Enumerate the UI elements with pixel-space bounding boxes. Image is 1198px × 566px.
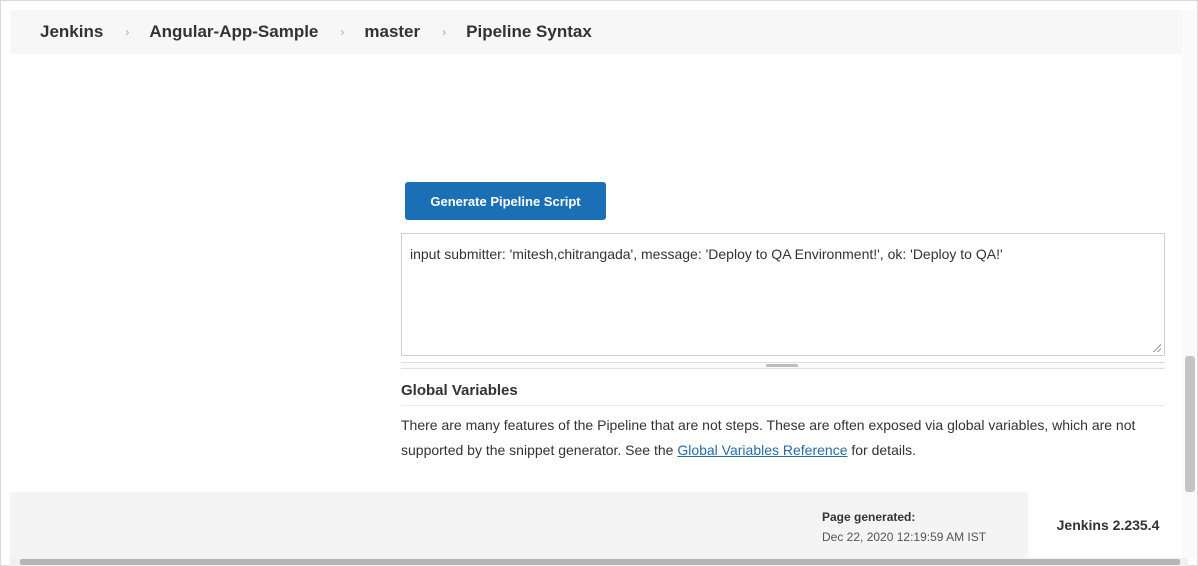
breadcrumb-master[interactable]: master: [364, 22, 420, 42]
generate-pipeline-script-button[interactable]: Generate Pipeline Script: [405, 182, 606, 220]
breadcrumb-angular-app-sample[interactable]: Angular-App-Sample: [149, 22, 318, 42]
resize-splitter[interactable]: [401, 362, 1165, 369]
vertical-scrollbar-thumb[interactable]: [1185, 356, 1195, 492]
chevron-right-icon[interactable]: ›: [442, 25, 446, 39]
resize-grip-icon[interactable]: [1153, 344, 1161, 352]
global-variables-description: There are many features of the Pipeline …: [401, 413, 1161, 463]
divider: [401, 405, 1165, 406]
breadcrumb-jenkins[interactable]: Jenkins: [40, 22, 103, 42]
jenkins-version-link[interactable]: Jenkins 2.235.4: [1028, 492, 1188, 558]
page-footer: Page generated: Dec 22, 2020 12:19:59 AM…: [10, 492, 1188, 558]
global-variables-reference-link[interactable]: Global Variables Reference: [677, 442, 847, 458]
page-generated-label: Page generated:: [822, 510, 916, 524]
global-variables-heading: Global Variables: [401, 382, 518, 399]
pipeline-script-output[interactable]: input submitter: 'mitesh,chitrangada', m…: [401, 233, 1165, 356]
chevron-right-icon[interactable]: ›: [125, 25, 129, 39]
splitter-handle-icon[interactable]: [766, 364, 798, 367]
breadcrumb-pipeline-syntax[interactable]: Pipeline Syntax: [466, 22, 592, 42]
breadcrumb: Jenkins › Angular-App-Sample › master › …: [10, 10, 1188, 54]
global-variables-text-after: for details.: [847, 442, 916, 458]
chevron-right-icon[interactable]: ›: [340, 25, 344, 39]
page-generated-timestamp: Dec 22, 2020 12:19:59 AM IST: [822, 530, 987, 544]
pipeline-script-text: input submitter: 'mitesh,chitrangada', m…: [410, 246, 1003, 262]
horizontal-scrollbar-thumb[interactable]: [20, 559, 1180, 565]
